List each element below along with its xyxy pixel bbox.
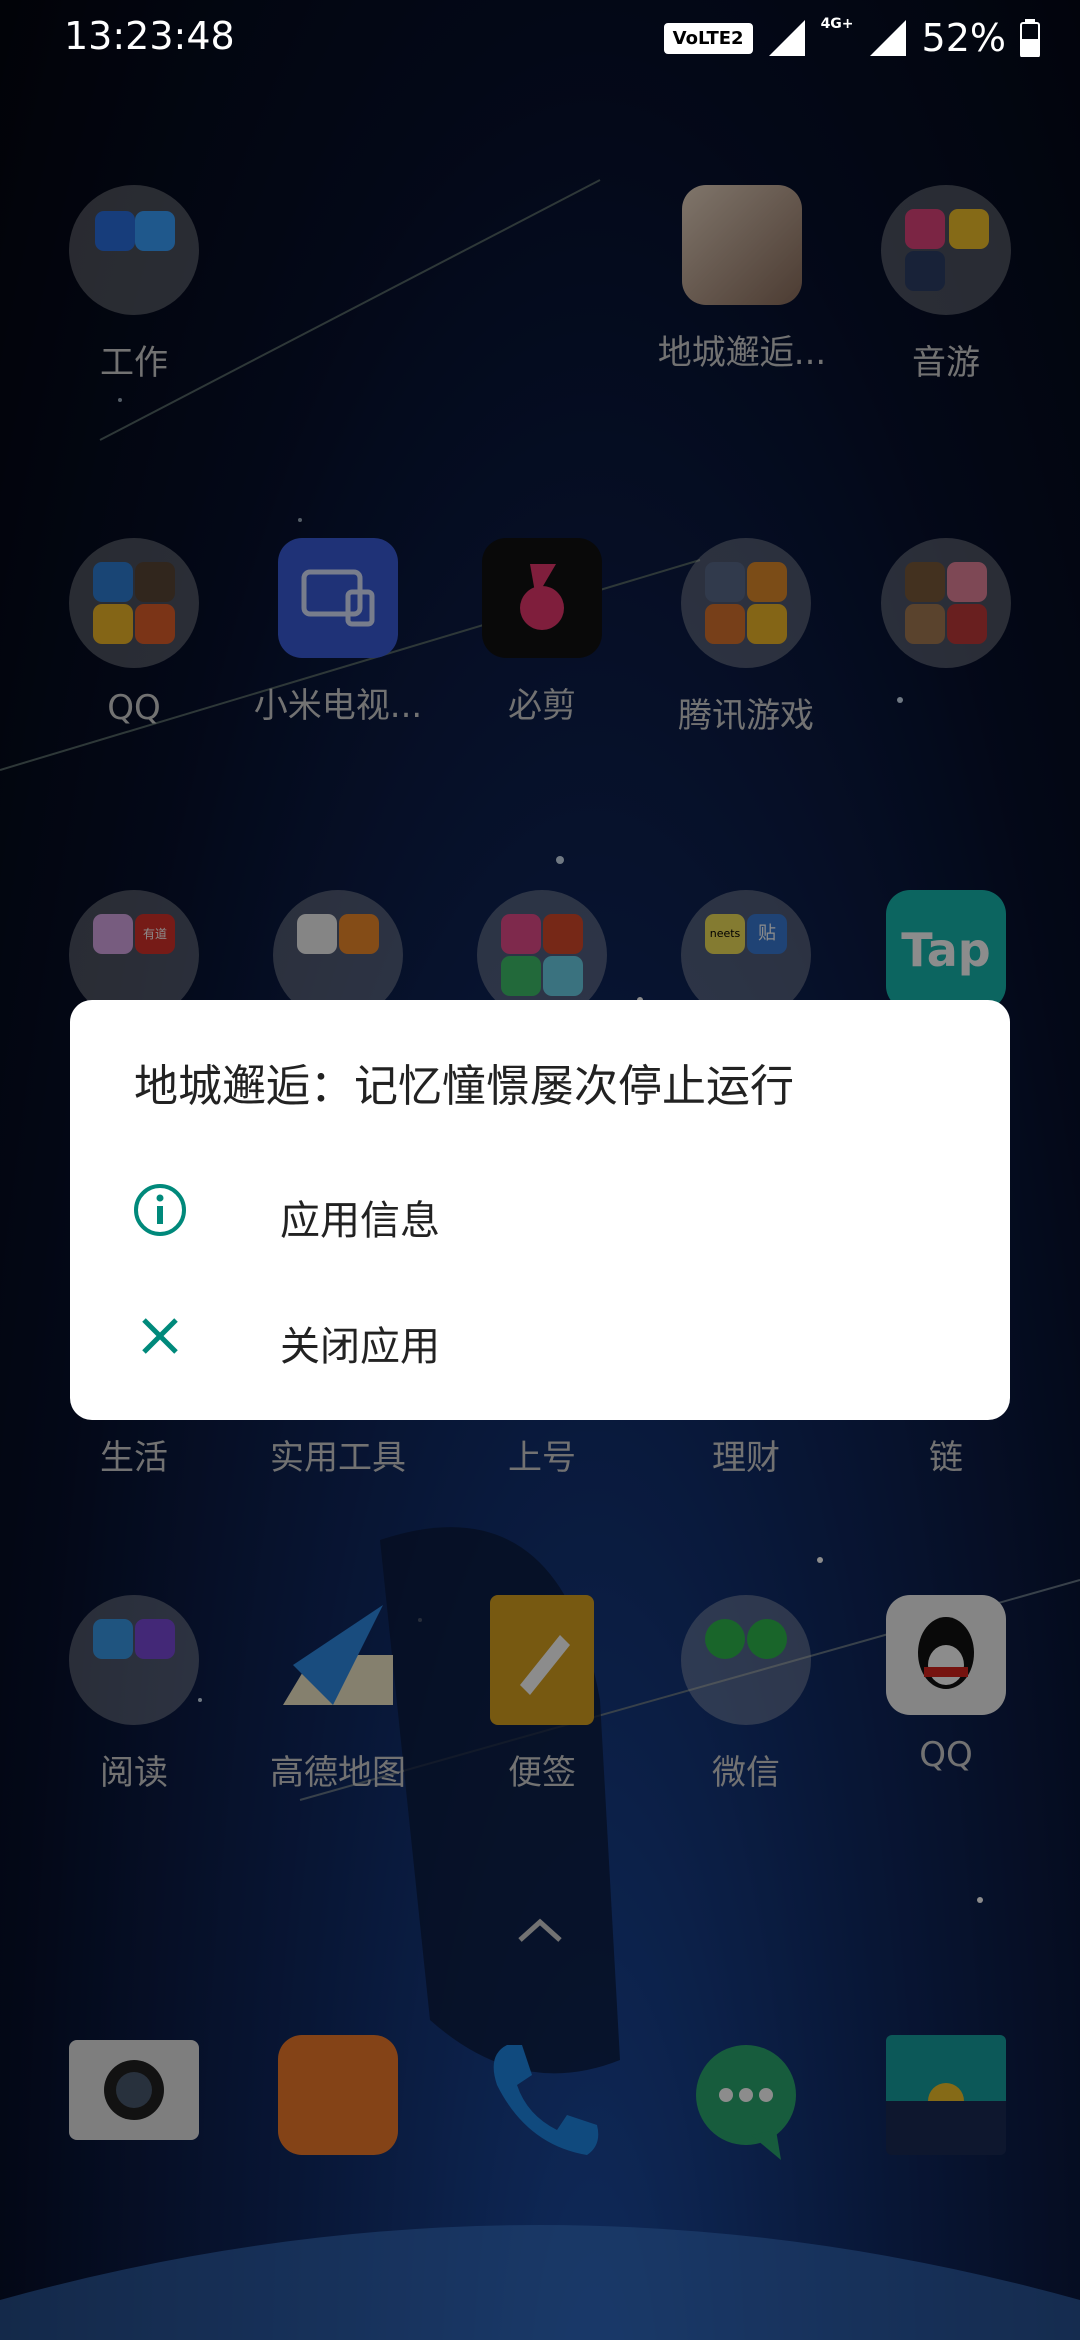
status-time: 13:23:48 — [64, 14, 235, 58]
info-icon — [134, 1184, 186, 1236]
battery-percent: 52% — [921, 16, 1006, 60]
app-info-button[interactable]: 应用信息 — [70, 1150, 1010, 1270]
battery-icon — [1020, 19, 1040, 57]
app-crash-dialog: 地城邂逅：记忆憧憬屡次停止运行 应用信息 关闭应用 — [70, 1000, 1010, 1420]
dialog-title: 地城邂逅：记忆憧憬屡次停止运行 — [134, 1061, 794, 1112]
network-type: 4G+ — [820, 16, 854, 32]
close-app-label: 关闭应用 — [280, 1324, 440, 1370]
volte-badge: VoLTE2 — [663, 22, 753, 54]
app-info-label: 应用信息 — [280, 1198, 440, 1244]
signal-2-icon — [869, 20, 906, 56]
close-icon — [142, 1318, 178, 1354]
signal-icon — [768, 20, 805, 56]
status-icons: VoLTE2 4G+ 52% — [663, 16, 1040, 60]
status-bar: 13:23:48 VoLTE2 4G+ 52% — [0, 0, 1080, 80]
close-app-button[interactable]: 关闭应用 — [70, 1276, 1010, 1396]
